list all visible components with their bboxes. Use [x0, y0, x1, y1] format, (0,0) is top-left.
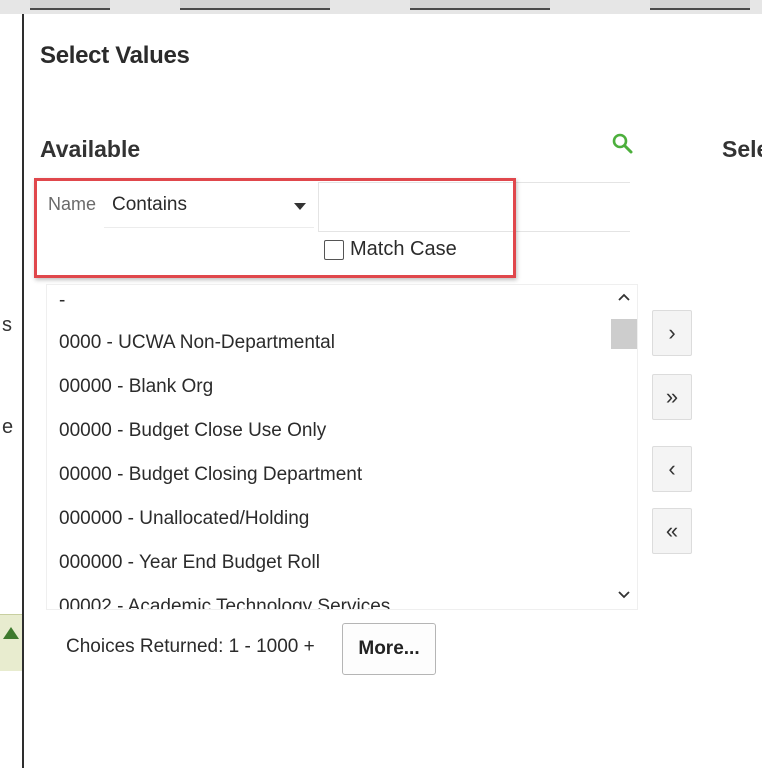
move-selected-button[interactable]: ›: [652, 310, 692, 356]
scrollbar-thumb[interactable]: [611, 319, 637, 349]
list-item[interactable]: 00000 - Budget Close Use Only: [47, 409, 613, 453]
background-toolbar-fragment: [650, 0, 750, 10]
search-icon[interactable]: [610, 131, 636, 157]
available-values-list[interactable]: - 0000 - UCWA Non-Departmental 00000 - B…: [46, 284, 638, 610]
list-items: - 0000 - UCWA Non-Departmental 00000 - B…: [47, 285, 613, 609]
more-button[interactable]: More...: [342, 623, 436, 675]
background-toolbar-fragment: [180, 0, 330, 10]
screenshot-stage: s e Select Values Available Sele Name Co…: [0, 0, 762, 768]
dropdown-caret-icon: [294, 203, 306, 210]
background-left-edge: s e: [0, 14, 22, 768]
background-toolbar-fragment: [30, 0, 110, 10]
list-item[interactable]: 000000 - Year End Budget Roll: [47, 541, 613, 585]
selected-heading: Sele: [722, 136, 762, 162]
remove-selected-button[interactable]: ‹: [652, 446, 692, 492]
operator-selected-value: Contains: [112, 194, 187, 215]
remove-all-button[interactable]: «: [652, 508, 692, 554]
checkbox-box[interactable]: [324, 239, 344, 260]
list-scrollbar[interactable]: [611, 285, 637, 609]
chevron-down-icon[interactable]: [611, 587, 637, 607]
dialog-title: Select Values: [40, 42, 190, 69]
match-case-label: Match Case: [350, 238, 457, 260]
match-case-checkbox[interactable]: Match Case: [324, 238, 457, 261]
background-letter: s: [2, 314, 12, 336]
background-letter: e: [2, 416, 14, 438]
chevron-up-icon[interactable]: [611, 289, 637, 309]
available-heading: Available: [40, 136, 141, 162]
background-green-panel: [0, 614, 22, 671]
operator-dropdown[interactable]: Contains: [104, 184, 314, 228]
background-toolbar-strip: [0, 0, 762, 14]
list-item[interactable]: -: [47, 285, 613, 321]
list-item[interactable]: 00002 - Academic Technology Services: [47, 585, 613, 609]
filter-row: Name Contains Match Case: [46, 182, 636, 282]
list-item[interactable]: 00000 - Blank Org: [47, 365, 613, 409]
filter-field-label: Name: [48, 194, 97, 214]
list-item[interactable]: 000000 - Unallocated/Holding: [47, 497, 613, 541]
select-values-dialog: Select Values Available Sele Name Contai…: [22, 14, 762, 768]
move-all-button[interactable]: »: [652, 374, 692, 420]
filter-search-input[interactable]: [318, 182, 630, 232]
background-toolbar-fragment: [410, 0, 550, 10]
choices-returned-text: Choices Returned: 1 - 1000 +: [66, 636, 315, 657]
list-item[interactable]: 00000 - Budget Closing Department: [47, 453, 613, 497]
list-item[interactable]: 0000 - UCWA Non-Departmental: [47, 321, 613, 365]
